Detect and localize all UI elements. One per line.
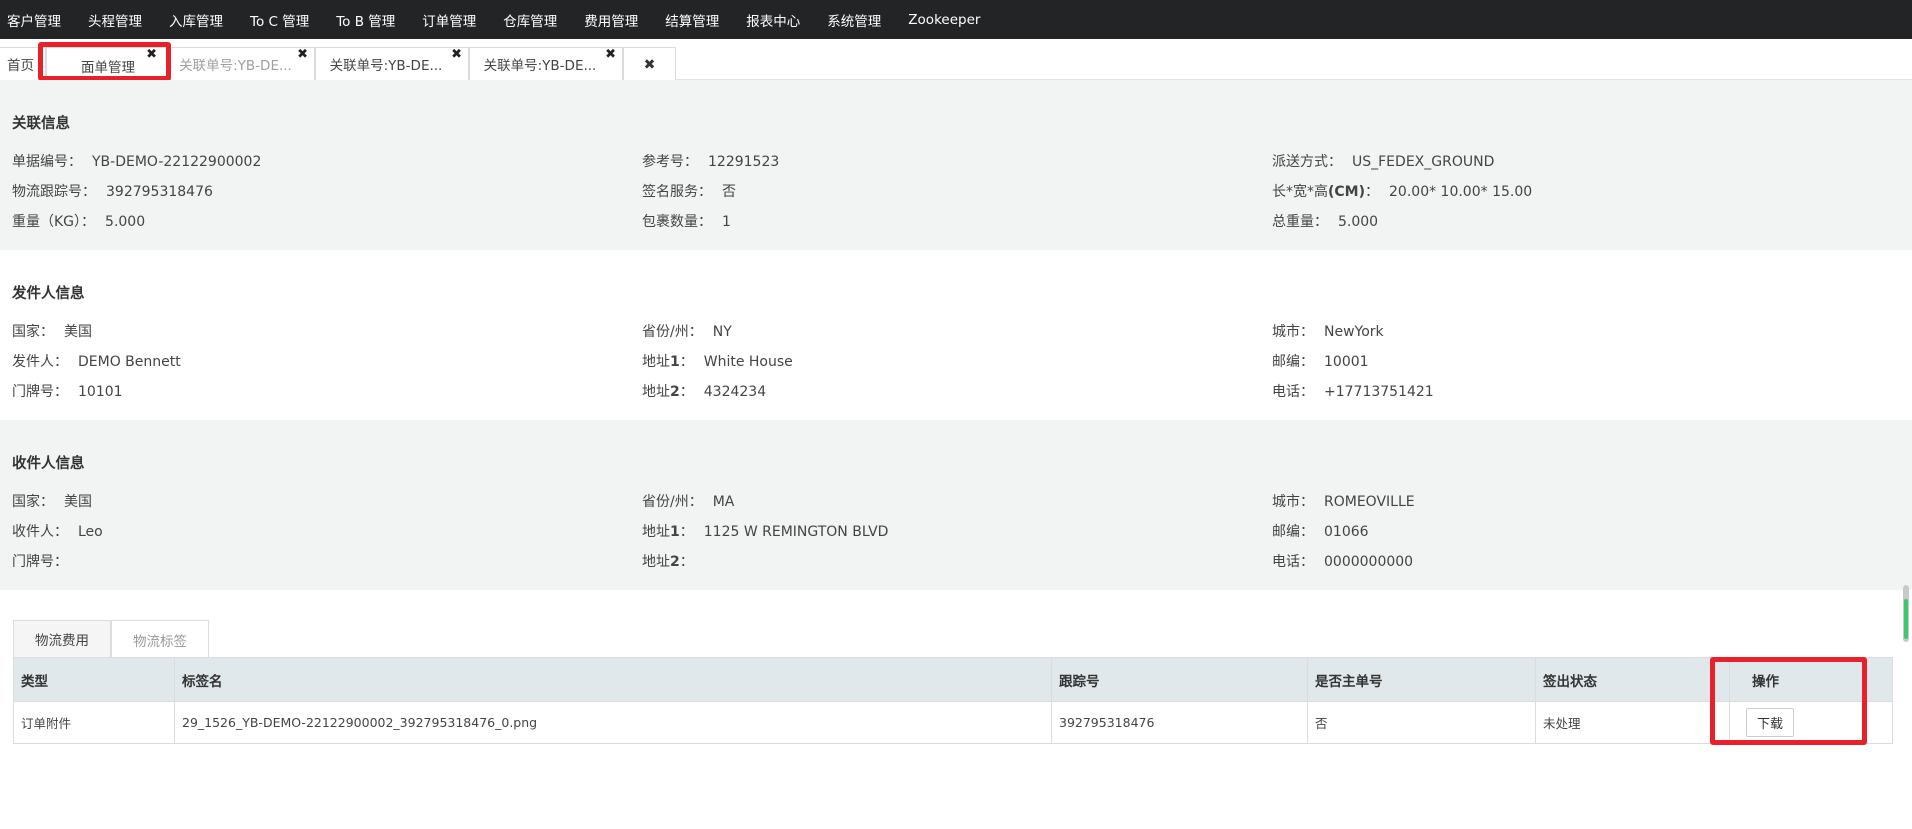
receiver-info-section: 收件人信息 国家： 美国 省份/州： MA 城市： ROMEOVILLE 收件人： Le… (0, 420, 1912, 590)
tab-home[interactable]: 首页 (0, 47, 46, 80)
tab-related-3[interactable]: 关联单号:YB-DE... ✖ (469, 47, 623, 80)
field-tracking-number: 物流跟踪号： 392795318476 (12, 184, 213, 200)
nav-fees[interactable]: 费用管理 (572, 10, 653, 30)
field-receiver-city: 城市： ROMEOVILLE (1272, 494, 1415, 510)
tab-bar: 首页 面单管理 ✖ 关联单号:YB-DE... ✖ 关联单号:YB-DE... … (0, 39, 1912, 80)
tab-related-1[interactable]: 关联单号:YB-DE... ✖ (170, 47, 315, 80)
nav-reports[interactable]: 报表中心 (734, 10, 815, 30)
col-type: 类型 (14, 658, 175, 701)
tab-related-3-label: 关联单号:YB-DE... (483, 58, 597, 74)
nav-inbound[interactable]: 入库管理 (157, 10, 238, 30)
close-icon[interactable]: ✖ (605, 48, 616, 62)
field-delivery-method: 派送方式： US_FEDEX_GROUND (1272, 154, 1495, 170)
sender-info-section: 发件人信息 国家： 美国 省份/州： NY 城市： NewYork 发件人： DEMO … (0, 250, 1912, 420)
tab-label-management[interactable]: 面单管理 ✖ (46, 47, 170, 80)
col-checkout-status: 签出状态 (1536, 658, 1730, 701)
field-sender-address1: 地址1： White House (642, 354, 793, 370)
tab-related-1-label: 关联单号:YB-DE... (179, 58, 292, 74)
labels-table: 类型 标签名 跟踪号 是否主单号 签出状态 操作 订单附件 29_1526_YB… (13, 657, 1893, 744)
field-receiver-house-number: 门牌号： (12, 554, 68, 570)
field-receiver-province: 省份/州： MA (642, 494, 735, 510)
col-label-name: 标签名 (175, 658, 1052, 701)
section-title: 收件人信息 (12, 456, 85, 472)
nav-zookeeper[interactable]: Zookeeper (896, 12, 995, 28)
cell-checkout-status: 未处理 (1536, 702, 1730, 743)
field-receiver-name: 收件人： Leo (12, 524, 103, 540)
tab-label-management-label: 面单管理 (81, 60, 135, 76)
section-title: 发件人信息 (12, 286, 85, 302)
field-sender-name: 发件人： DEMO Bennett (12, 354, 181, 370)
field-doc-number: 单据编号： YB-DEMO-22122900002 (12, 154, 262, 170)
field-sender-phone: 电话： +17713751421 (1272, 384, 1434, 400)
close-icon[interactable]: ✖ (146, 48, 157, 62)
nav-first-leg[interactable]: 头程管理 (76, 10, 157, 30)
field-sender-postcode: 邮编： 10001 (1272, 354, 1369, 370)
col-tracking-number: 跟踪号 (1052, 658, 1308, 701)
close-icon[interactable]: ✖ (451, 48, 462, 62)
field-reference: 参考号： 12291523 (642, 154, 780, 170)
related-info-section: 关联信息 单据编号： YB-DEMO-22122900002 参考号： 122915… (0, 80, 1912, 250)
field-sender-city: 城市： NewYork (1272, 324, 1384, 340)
field-sender-province: 省份/州： NY (642, 324, 732, 340)
download-button[interactable]: 下载 (1746, 708, 1795, 737)
field-signature-service: 签名服务：否 (642, 184, 736, 200)
col-is-master: 是否主单号 (1308, 658, 1536, 701)
scrollbar-thumb[interactable] (1904, 599, 1908, 639)
field-receiver-country: 国家： 美国 (12, 494, 92, 510)
field-package-count: 包裹数量： 1 (642, 214, 731, 230)
field-sender-house-number: 门牌号： 10101 (12, 384, 123, 400)
nav-warehouse[interactable]: 仓库管理 (491, 10, 572, 30)
field-receiver-postcode: 邮编： 01066 (1272, 524, 1369, 540)
tab-logistics-labels[interactable]: 物流标签 (111, 620, 209, 658)
tab-related-2-label: 关联单号:YB-DE... (329, 58, 443, 74)
cell-label-name: 29_1526_YB-DEMO-22122900002_392795318476… (175, 702, 1052, 743)
cell-tracking-number: 392795318476 (1052, 702, 1308, 743)
cell-type: 订单附件 (14, 702, 175, 743)
table-header: 类型 标签名 跟踪号 是否主单号 签出状态 操作 (14, 658, 1892, 701)
field-total-weight: 总重量： 5.000 (1272, 214, 1379, 230)
field-weight: 重量（KG）： 5.000 (12, 214, 146, 230)
col-actions: 操作 (1752, 673, 1779, 690)
tab-related-2[interactable]: 关联单号:YB-DE... ✖ (315, 47, 469, 80)
tab-home-label: 首页 (7, 58, 34, 74)
nav-to-c[interactable]: To C 管理 (238, 10, 324, 30)
tab-logistics-fees[interactable]: 物流费用 (13, 620, 111, 657)
nav-to-b[interactable]: To B 管理 (324, 10, 410, 30)
field-receiver-phone: 电话： 0000000000 (1272, 554, 1414, 570)
field-receiver-address1: 地址1： 1125 W REMINGTON BLVD (642, 524, 889, 540)
nav-system[interactable]: 系统管理 (815, 10, 896, 30)
cell-actions: 下载 (1730, 702, 1892, 743)
nav-orders[interactable]: 订单管理 (410, 10, 491, 30)
close-all-tabs-button[interactable]: ✖ (623, 47, 676, 80)
field-sender-address2: 地址2： 4324234 (642, 384, 767, 400)
field-receiver-address2: 地址2： (642, 554, 694, 570)
scrollbar[interactable] (1903, 585, 1909, 642)
nav-customer[interactable]: 客户管理 (0, 10, 76, 30)
close-all-icon: ✖ (643, 57, 656, 73)
field-sender-country: 国家： 美国 (12, 324, 92, 340)
close-icon[interactable]: ✖ (297, 48, 308, 62)
section-title: 关联信息 (12, 116, 70, 132)
table-row: 订单附件 29_1526_YB-DEMO-22122900002_3927953… (14, 701, 1892, 743)
cell-is-master: 否 (1308, 702, 1536, 743)
nav-settlement[interactable]: 结算管理 (653, 10, 734, 30)
top-nav: 客户管理 头程管理 入库管理 To C 管理 To B 管理 订单管理 仓库管理… (0, 0, 1912, 39)
field-dimensions: 长*宽*高(CM)： 20.00* 10.00* 15.00 (1272, 184, 1533, 200)
